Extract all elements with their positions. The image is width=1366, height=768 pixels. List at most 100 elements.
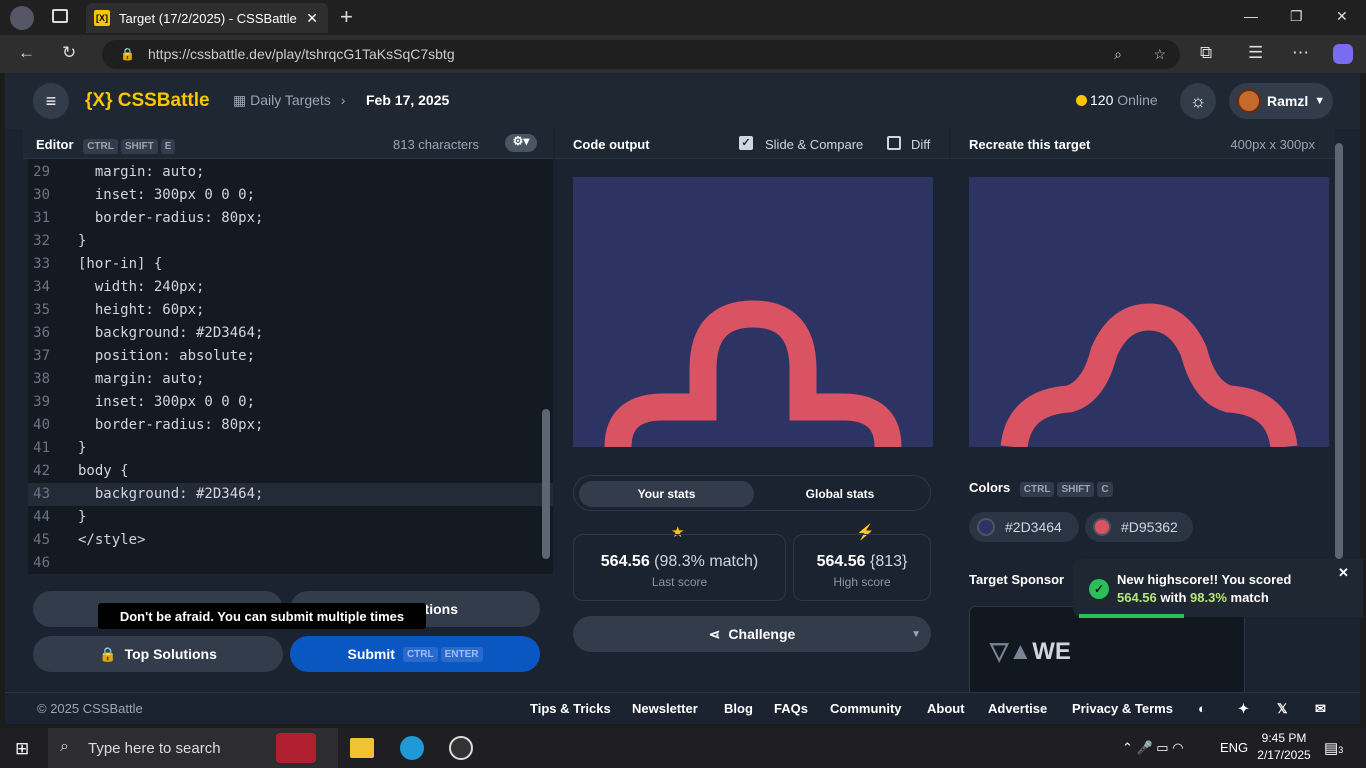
tab-actions-icon[interactable]	[52, 9, 68, 23]
back-icon[interactable]: ←	[18, 43, 35, 63]
toast-line1: New highscore!! You scored	[1117, 572, 1292, 587]
char-count: 813 characters	[393, 137, 479, 152]
line-number: 36	[33, 325, 50, 341]
code-line[interactable]: 46	[28, 552, 553, 574]
challenge-button[interactable]: ⋖ Challenge ▼	[573, 616, 931, 652]
extensions-icon[interactable]: ⧉	[1200, 43, 1212, 63]
sponsor-card[interactable]: ▽▲WE	[969, 606, 1245, 696]
code-line[interactable]: 40 border-radius: 80px;	[28, 414, 553, 437]
settings-gear-icon[interactable]: ⚙▾	[505, 134, 537, 152]
code-line[interactable]: 39 inset: 300px 0 0 0;	[28, 391, 553, 414]
footer-link[interactable]: FAQs	[774, 701, 808, 716]
code-line[interactable]: 30 inset: 300px 0 0 0;	[28, 184, 553, 207]
edge-icon[interactable]	[400, 736, 424, 760]
color-chip-primary[interactable]: #2D3464	[969, 512, 1079, 542]
code-line[interactable]: 36 background: #2D3464;	[28, 322, 553, 345]
footer-link[interactable]: Privacy & Terms	[1072, 701, 1173, 716]
top-solutions-button[interactable]: 🔒 Top Solutions	[33, 636, 283, 672]
close-window-icon[interactable]: ✕	[1336, 8, 1348, 25]
x-icon[interactable]: 𝕏	[1277, 701, 1287, 717]
favorite-star-icon[interactable]: ☆	[1153, 40, 1166, 69]
code-line[interactable]: 38 margin: auto;	[28, 368, 553, 391]
color-chip-accent[interactable]: #D95362	[1085, 512, 1193, 542]
top-solutions-label: Top Solutions	[124, 646, 217, 662]
flag-icon	[276, 733, 316, 763]
kbd-e: E	[160, 139, 176, 154]
line-number: 35	[33, 302, 50, 318]
zoom-icon[interactable]: ⌕	[1114, 40, 1122, 69]
kbd-shift: SHIFT	[120, 139, 158, 154]
editor-scrollbar[interactable]	[542, 409, 550, 559]
lock-icon: 🔒	[120, 47, 135, 61]
user-menu-button[interactable]: Ramzl ▼	[1229, 83, 1333, 119]
more-icon[interactable]: ⋯	[1292, 43, 1309, 63]
footer-link[interactable]: Newsletter	[632, 701, 698, 716]
submit-label: Submit	[347, 646, 395, 662]
hamburger-menu-icon[interactable]: ≡	[33, 83, 69, 119]
code-line[interactable]: 41}	[28, 437, 553, 460]
close-toast-icon[interactable]: ✕	[1338, 565, 1349, 581]
code-line[interactable]: 34 width: 240px;	[28, 276, 553, 299]
cssbattle-logo[interactable]: {X} CSSBattle	[85, 90, 210, 112]
profile-icon[interactable]	[10, 6, 34, 30]
breadcrumb-daily-targets[interactable]: ▦ Daily Targets ›	[233, 92, 345, 109]
tab-your-stats[interactable]: Your stats	[579, 481, 754, 507]
code-line[interactable]: 37 position: absolute;	[28, 345, 553, 368]
last-score-card: 564.56 (98.3% match) Last score	[573, 534, 786, 601]
target-size: 400px x 300px	[1230, 137, 1315, 152]
highscore-toast: ✓ New highscore!! You scored 564.56 with…	[1073, 559, 1363, 618]
new-tab-icon[interactable]: +	[340, 4, 353, 30]
code-line[interactable]: 31 border-radius: 80px;	[28, 207, 553, 230]
code-line[interactable]: 33 [hor-in] {	[28, 253, 553, 276]
code-output-preview[interactable]	[573, 177, 933, 447]
slide-compare-label: Slide & Compare	[765, 137, 864, 152]
mail-icon[interactable]: ✉	[1315, 701, 1326, 717]
diff-checkbox[interactable]	[887, 136, 901, 150]
tray-icons[interactable]: ⌃ 🎤 ▭ ◠	[1122, 740, 1184, 756]
discord-icon[interactable]: ◐	[1198, 701, 1206, 716]
line-number: 43	[33, 486, 50, 502]
tab-global-stats[interactable]: Global stats	[754, 481, 926, 507]
refresh-icon[interactable]: ↻	[62, 43, 76, 63]
taskbar-search-input[interactable]: ⌕ Type here to search	[48, 728, 338, 768]
browser-tab[interactable]: [X] Target (17/2/2025) - CSSBattle ✕	[86, 3, 328, 33]
footer-link[interactable]: Community	[830, 701, 902, 716]
windows-start-icon[interactable]: ⊞	[15, 739, 29, 759]
obs-icon[interactable]	[449, 736, 473, 760]
online-dot-icon	[1076, 95, 1087, 106]
code-line[interactable]: 45 </style>	[28, 529, 553, 552]
close-tab-icon[interactable]: ✕	[306, 10, 318, 27]
footer-link[interactable]: Blog	[724, 701, 753, 716]
bluesky-icon[interactable]: ✦	[1238, 701, 1249, 717]
maximize-icon[interactable]: ❐	[1290, 8, 1303, 25]
line-number: 34	[33, 279, 50, 295]
page-scrollbar[interactable]	[1335, 143, 1343, 559]
footer-link[interactable]: Tips & Tricks	[530, 701, 611, 716]
theme-toggle-sun-icon[interactable]: ☼	[1180, 83, 1216, 119]
code-text: width: 240px;	[78, 279, 205, 295]
footer-link[interactable]: Advertise	[988, 701, 1047, 716]
clock[interactable]: 9:45 PM 2/17/2025	[1254, 731, 1314, 762]
language[interactable]: ENG	[1220, 740, 1248, 755]
diff-label: Diff	[911, 137, 931, 152]
code-line[interactable]: 44}	[28, 506, 553, 529]
url-input[interactable]: 🔒 https://cssbattle.dev/play/tshrqcG1TaK…	[102, 40, 1180, 69]
code-line[interactable]: 43 background: #2D3464;	[28, 483, 553, 506]
file-explorer-icon[interactable]	[350, 738, 374, 758]
line-number: 29	[33, 164, 50, 180]
minimize-icon[interactable]: —	[1244, 8, 1258, 24]
copyright: © 2025 CSSBattle	[37, 701, 143, 716]
colors-label: Colors	[969, 480, 1011, 495]
code-line[interactable]: 35 height: 60px;	[28, 299, 553, 322]
notifications-icon[interactable]: ▤3	[1324, 739, 1343, 757]
footer-link[interactable]: About	[927, 701, 965, 716]
submit-button[interactable]: Submit CTRL ENTER	[290, 636, 540, 672]
slide-compare-checkbox[interactable]: ✓	[739, 136, 753, 150]
kbd-enter: ENTER	[440, 646, 483, 662]
code-line[interactable]: 42 body {	[28, 460, 553, 483]
copilot-icon[interactable]	[1333, 44, 1353, 64]
code-line[interactable]: 29 margin: auto;	[28, 161, 553, 184]
favorites-icon[interactable]: ☰	[1248, 43, 1263, 63]
code-editor[interactable]: 29 margin: auto; 30 inset: 300px 0 0 0; 31…	[28, 159, 553, 574]
code-line[interactable]: 32}	[28, 230, 553, 253]
